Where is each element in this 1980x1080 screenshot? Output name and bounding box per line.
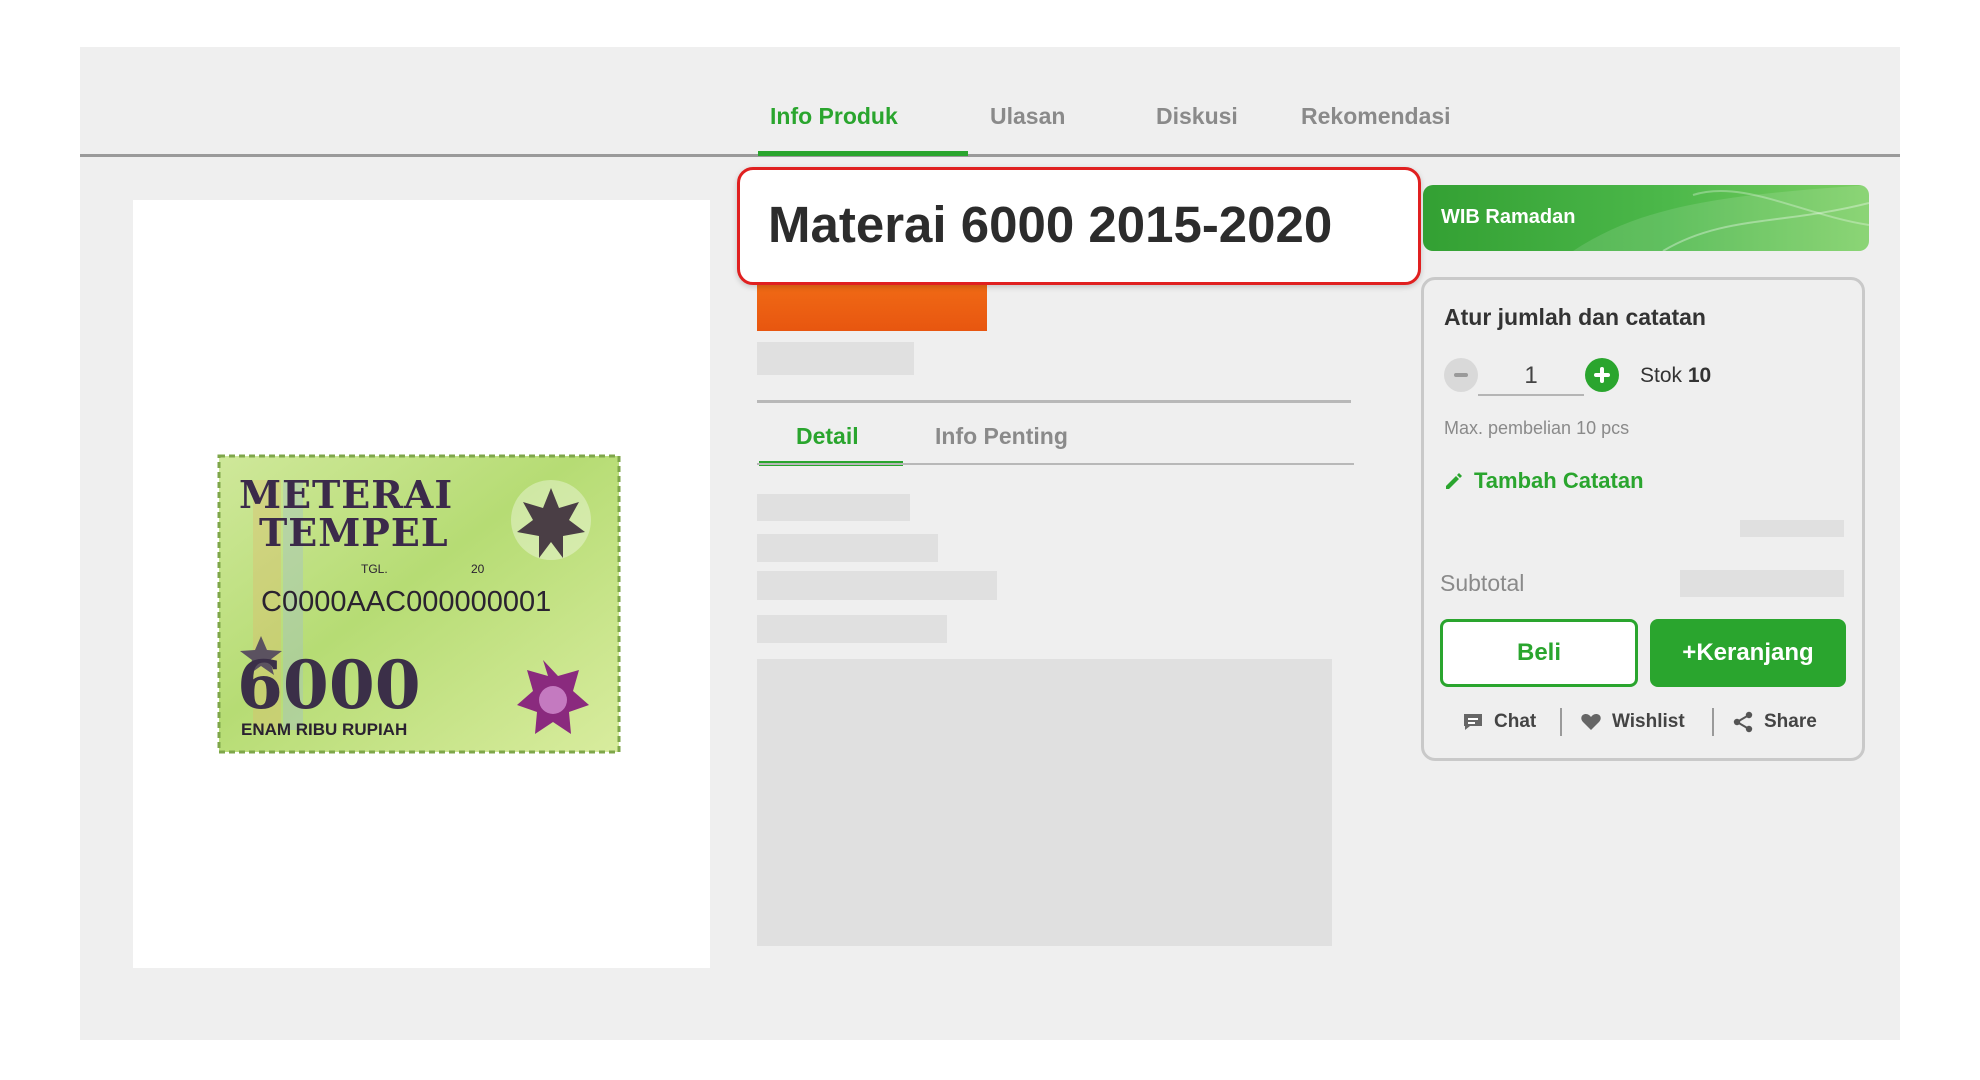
placeholder-block	[757, 659, 1332, 946]
placeholder-bar	[757, 494, 910, 521]
max-purchase-note: Max. pembelian 10 pcs	[1444, 418, 1630, 438]
action-separator	[1712, 708, 1714, 736]
stamp-tgl: TGL.	[361, 562, 388, 576]
tab-info-produk[interactable]: Info Produk	[770, 103, 898, 130]
divider	[757, 400, 1351, 403]
subtotal-label: Subtotal	[1440, 570, 1525, 596]
placeholder-bar	[757, 615, 947, 643]
price-banner	[757, 284, 987, 331]
stamp-line-2: TEMPEL	[259, 510, 449, 555]
active-tab-indicator	[758, 151, 968, 156]
stock-label: Stok	[1640, 364, 1683, 387]
stamp-serial: C0000AAC000000001	[261, 586, 552, 618]
share-icon	[1733, 711, 1753, 733]
tab-ulasan[interactable]: Ulasan	[990, 103, 1065, 130]
product-image[interactable]: METERAI TEMPEL TGL. 20 C0000AAC000000001…	[133, 200, 710, 968]
add-to-cart-button[interactable]: +Keranjang	[1650, 619, 1846, 687]
share-button[interactable]: Share	[1732, 711, 1817, 733]
stamp-image: METERAI TEMPEL TGL. 20 C0000AAC000000001…	[213, 450, 625, 758]
purchase-card-title: Atur jumlah dan catatan	[1444, 304, 1706, 330]
product-page-panel: Info Produk Ulasan Diskusi Rekomendasi M…	[80, 47, 1900, 1040]
add-note-link[interactable]: Tambah Catatan	[1444, 468, 1644, 494]
purchase-card: Atur jumlah dan catatan Stok 10 Max. pem…	[1421, 277, 1865, 761]
stamp-value-words: ENAM RIBU RUPIAH	[241, 720, 408, 739]
quantity-input[interactable]	[1478, 358, 1584, 396]
product-tabs: Info Produk Ulasan Diskusi Rekomendasi	[80, 47, 1900, 157]
wishlist-label: Wishlist	[1612, 711, 1685, 732]
tab-rekomendasi[interactable]: Rekomendasi	[1301, 103, 1451, 130]
tab-detail[interactable]: Detail	[796, 423, 859, 450]
stamp-value: 6000	[237, 646, 421, 724]
heart-icon	[1581, 714, 1601, 730]
tab-info-penting[interactable]: Info Penting	[935, 423, 1068, 450]
wishlist-button[interactable]: Wishlist	[1580, 711, 1685, 733]
placeholder-bar	[757, 571, 997, 600]
product-title: Materai 6000 2015-2020	[768, 196, 1333, 253]
placeholder-bar	[757, 342, 914, 375]
product-title-highlight: Materai 6000 2015-2020	[737, 167, 1421, 285]
placeholder-bar	[1740, 520, 1844, 537]
action-separator	[1560, 708, 1562, 736]
stock-value: 10	[1687, 364, 1712, 387]
share-label: Share	[1764, 711, 1817, 732]
pencil-icon	[1446, 473, 1462, 489]
quantity-decrease-button[interactable]	[1444, 358, 1478, 392]
chat-label: Chat	[1494, 711, 1537, 732]
divider	[757, 463, 1354, 465]
buy-button[interactable]: Beli	[1440, 619, 1638, 687]
subtotal-placeholder	[1680, 570, 1844, 597]
add-note-label: Tambah Catatan	[1474, 468, 1644, 493]
chat-icon	[1464, 714, 1482, 730]
stock-info: Stok 10	[1640, 364, 1711, 388]
promo-label: WIB Ramadan	[1441, 206, 1576, 228]
promo-banner[interactable]: WIB Ramadan	[1423, 185, 1869, 251]
quantity-increase-button[interactable]	[1585, 358, 1619, 392]
chat-button[interactable]: Chat	[1462, 711, 1536, 733]
tab-diskusi[interactable]: Diskusi	[1156, 103, 1238, 130]
placeholder-bar	[757, 534, 938, 562]
stamp-year: 20	[471, 562, 485, 576]
